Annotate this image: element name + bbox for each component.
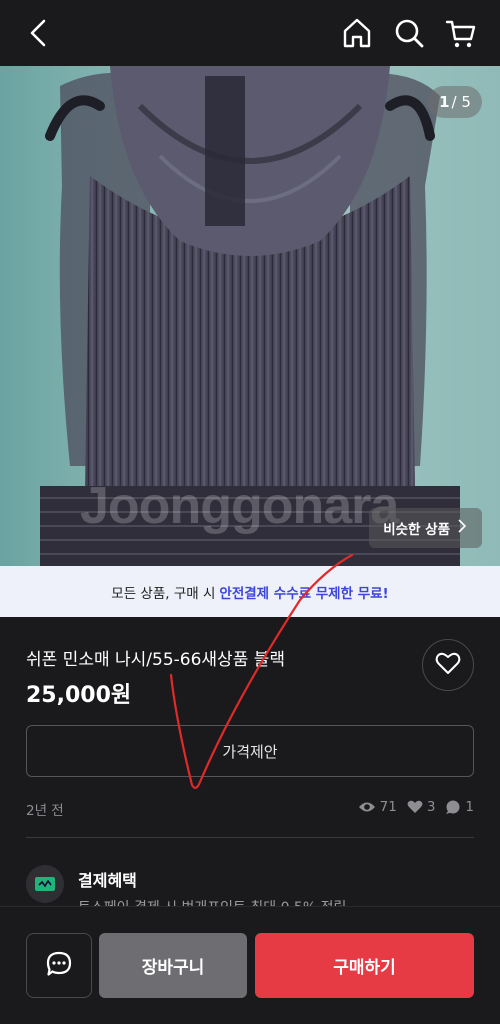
chat-button[interactable] [26, 933, 92, 998]
chevron-right-icon [458, 519, 467, 537]
product-title: 쉬폰 민소매 나시/55-66새상품 블랙 [26, 650, 286, 670]
divider [26, 837, 474, 838]
product-info: 쉬폰 민소매 나시/55-66새상품 블랙 25,000원 가격제안 2년 전 … [0, 617, 500, 916]
image-pager: 1 / 5 [428, 86, 482, 118]
product-stats: 71 3 1 [358, 799, 474, 815]
buy-button[interactable]: 구매하기 [255, 933, 474, 998]
promo-highlight: 안전결제 수수료 무제한 무료! [219, 585, 389, 602]
eye-icon [358, 800, 376, 814]
pay-icon [26, 865, 64, 903]
posted-time: 2년 전 [26, 803, 64, 819]
pager-total: / 5 [451, 93, 471, 111]
similar-items-button[interactable]: 비슷한 상품 [369, 508, 482, 548]
add-to-cart-button[interactable]: 장바구니 [99, 933, 247, 998]
heart-icon [435, 651, 461, 679]
like-count: 3 [426, 799, 436, 815]
product-price: 25,000원 [26, 683, 132, 708]
benefit-title: 결제혜택 [78, 871, 137, 890]
search-icon[interactable] [392, 15, 426, 51]
top-bar [0, 0, 500, 66]
chat-count: 1 [465, 799, 474, 815]
cart-icon[interactable] [444, 15, 478, 51]
heart-icon [407, 800, 423, 814]
home-icon[interactable] [340, 15, 374, 51]
chevron-left-icon[interactable] [22, 15, 58, 51]
promo-text: 모든 상품, 구매 시 [111, 585, 216, 602]
price-offer-button[interactable]: 가격제안 [26, 725, 474, 777]
bottom-action-bar: 장바구니 구매하기 [0, 907, 500, 1024]
product-image[interactable]: Joonggonara 1 / 5 비슷한 상품 [0, 66, 500, 566]
like-button[interactable] [422, 639, 474, 691]
chat-icon [45, 950, 73, 982]
watermark: Joonggonara [80, 477, 399, 535]
promo-banner[interactable]: 모든 상품, 구매 시 안전결제 수수료 무제한 무료! [0, 566, 500, 617]
pager-current: 1 [439, 93, 450, 111]
view-count: 71 [379, 799, 397, 815]
similar-items-label: 비슷한 상품 [383, 522, 450, 538]
chat-bubble-icon [445, 800, 461, 815]
